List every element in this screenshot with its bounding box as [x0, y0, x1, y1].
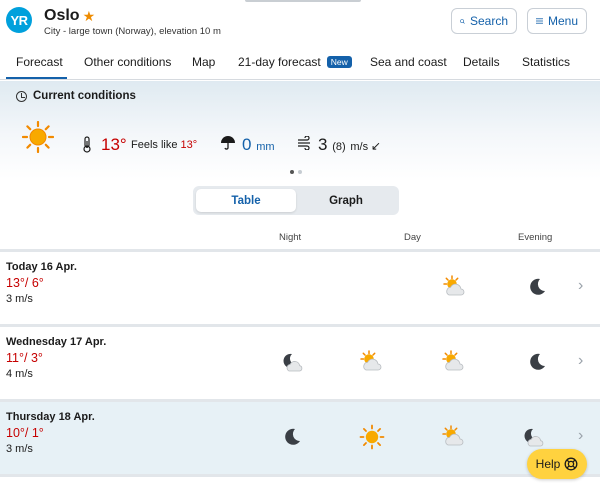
tab-other-conditions[interactable]: Other conditions — [84, 55, 171, 69]
carousel-dot-active[interactable] — [290, 170, 294, 174]
help-button[interactable]: Help — [527, 449, 587, 479]
sun-icon — [22, 121, 54, 153]
tab-21-day-forecast[interactable]: 21-day forecast New — [238, 55, 352, 69]
temp-min: 3° — [30, 351, 43, 365]
top-bar: YR Oslo ★ City - large town (Norway), el… — [0, 0, 600, 44]
column-night: Night — [279, 232, 302, 243]
help-label: Help — [535, 457, 561, 471]
new-badge: New — [326, 56, 352, 68]
chevron-right-icon: › — [578, 427, 584, 444]
location-description: City - large town (Norway), elevation 10… — [44, 26, 221, 37]
temp-max: 13° — [6, 276, 25, 290]
precipitation-unit: mm — [256, 141, 275, 153]
umbrella-icon — [221, 136, 235, 150]
next-row-partial — [0, 474, 600, 488]
partly-cloudy-sun-icon — [442, 425, 464, 446]
browser-notch — [245, 0, 361, 2]
temperature-range: 11°/ 3° — [6, 351, 43, 365]
chevron-right-icon: › — [578, 352, 584, 369]
yr-logo[interactable]: YR — [6, 7, 32, 33]
column-evening: Evening — [518, 232, 553, 243]
temp-min: 1° — [31, 426, 44, 440]
partly-cloudy-sun-icon — [442, 350, 464, 371]
wind-icon — [298, 136, 310, 150]
moon-cloud-icon — [283, 353, 303, 372]
thermometer-icon — [83, 136, 91, 153]
precipitation-value: 0 — [242, 135, 252, 154]
day-name: Today 16 Apr. — [6, 261, 77, 273]
column-day: Day — [404, 232, 421, 243]
location-title: Oslo ★ — [44, 7, 95, 25]
sun-icon — [359, 424, 385, 450]
forecast-row-wednesday[interactable]: Wednesday 17 Apr. 11°/ 3° 4 m/s › — [0, 324, 600, 399]
day-wind: 3 m/s — [6, 443, 33, 455]
forecast-row-thursday[interactable]: Thursday 18 Apr. 10°/ 1° 3 m/s › — [0, 399, 600, 474]
temp-max: 10° — [6, 426, 25, 440]
tab-details[interactable]: Details — [463, 55, 500, 69]
day-wind: 4 m/s — [6, 368, 33, 380]
lifebuoy-icon — [564, 457, 578, 471]
tab-sea-and-coast[interactable]: Sea and coast — [370, 55, 447, 69]
temperature-range: 10°/ 1° — [6, 426, 44, 440]
hamburger-icon — [536, 18, 543, 24]
partly-cloudy-sun-icon — [360, 350, 382, 371]
view-toggle: Table Graph — [193, 186, 399, 215]
forecast-row-today[interactable]: Today 16 Apr. 13°/ 6° 3 m/s › — [0, 249, 600, 324]
moon-icon — [530, 353, 545, 370]
favorite-star-icon[interactable]: ★ — [83, 8, 96, 25]
moon-icon — [530, 278, 545, 295]
active-tab-indicator — [6, 77, 67, 79]
yr-forecast-page: YR Oslo ★ City - large town (Norway), el… — [0, 0, 600, 488]
chevron-right-icon: › — [578, 277, 584, 294]
wind-unit: m/s — [350, 141, 369, 153]
day-name: Thursday 18 Apr. — [6, 411, 95, 423]
current-conditions-heading: Current conditions — [16, 90, 136, 102]
current-conditions-panel: Current conditions 13° Feels like 13° 0 … — [0, 81, 600, 179]
temp-max: 11° — [6, 351, 24, 365]
moon-cloud-icon — [524, 428, 544, 447]
search-icon — [460, 18, 465, 24]
feels-like: Feels like 13° — [131, 139, 197, 151]
menu-button[interactable]: Menu — [527, 8, 587, 34]
carousel-dots — [290, 170, 302, 174]
feels-like-label: Feels like — [131, 139, 178, 151]
temp-min: 6° — [31, 276, 44, 290]
table-toggle-button[interactable]: Table — [196, 189, 296, 212]
graph-toggle-button[interactable]: Graph — [296, 189, 396, 212]
day-name: Wednesday 17 Apr. — [6, 336, 107, 348]
current-conditions-row: 13° Feels like 13° 0 mm 3 (8) m/s ↙ — [0, 121, 600, 155]
tab-bar: Forecast Other conditions Map 21-day for… — [0, 50, 600, 80]
location-name: Oslo — [44, 7, 80, 24]
day-wind: 3 m/s — [6, 293, 33, 305]
temperature-range: 13°/ 6° — [6, 276, 44, 290]
tab-21-day-label: 21-day forecast — [238, 55, 321, 69]
partly-cloudy-sun-icon — [443, 275, 465, 296]
tab-forecast[interactable]: Forecast — [16, 55, 63, 69]
search-label: Search — [469, 14, 508, 28]
clock-icon — [16, 90, 27, 102]
tab-map[interactable]: Map — [192, 55, 215, 69]
search-button[interactable]: Search — [451, 8, 517, 34]
wind-value: 3 — [318, 135, 328, 154]
current-temperature: 13° — [101, 135, 127, 154]
wind-speed: 3 (8) m/s — [318, 135, 368, 155]
menu-label: Menu — [547, 14, 578, 28]
precipitation: 0 mm — [242, 135, 275, 155]
carousel-dot[interactable] — [298, 170, 302, 174]
arrow-down-left-icon: ↙ — [371, 139, 382, 153]
wind-gust: (8) — [332, 141, 346, 153]
moon-icon — [285, 428, 300, 445]
current-conditions-title: Current conditions — [33, 90, 136, 102]
feels-like-value: 13° — [180, 139, 198, 151]
tab-statistics[interactable]: Statistics — [522, 55, 570, 69]
